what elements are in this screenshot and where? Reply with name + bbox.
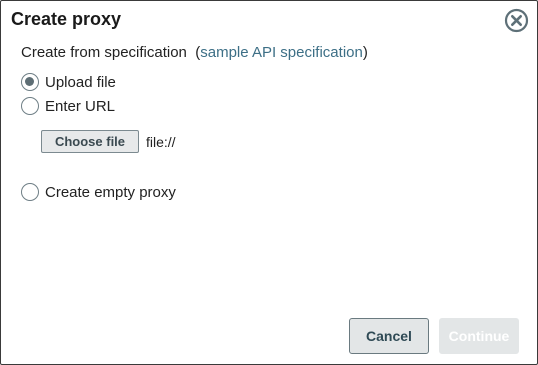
dialog-title: Create proxy xyxy=(11,9,122,29)
option-upload-file[interactable]: Upload file xyxy=(21,73,116,91)
choose-file-button[interactable]: Choose file xyxy=(41,130,139,153)
create-proxy-dialog: Create proxy Create from specification (… xyxy=(0,0,538,365)
url-radio[interactable] xyxy=(21,97,39,115)
continue-button[interactable]: Continue xyxy=(439,318,519,354)
upload-label: Upload file xyxy=(45,73,116,91)
file-picker: Choose file file:// xyxy=(41,130,176,153)
empty-radio[interactable] xyxy=(21,183,39,201)
spec-label: Create from specification xyxy=(21,44,187,61)
spec-subtitle: Create from specification (sample API sp… xyxy=(21,44,368,61)
close-icon[interactable] xyxy=(504,8,529,33)
paren-close: ) xyxy=(362,44,368,61)
sample-spec-link[interactable]: sample API specification xyxy=(200,44,363,61)
option-create-empty[interactable]: Create empty proxy xyxy=(21,183,176,201)
url-label: Enter URL xyxy=(45,97,116,115)
cancel-button[interactable]: Cancel xyxy=(349,318,429,354)
option-enter-url[interactable]: Enter URL xyxy=(21,97,115,115)
file-path-value: file:// xyxy=(146,133,176,150)
upload-radio[interactable] xyxy=(21,73,39,91)
empty-label: Create empty proxy xyxy=(45,183,176,201)
